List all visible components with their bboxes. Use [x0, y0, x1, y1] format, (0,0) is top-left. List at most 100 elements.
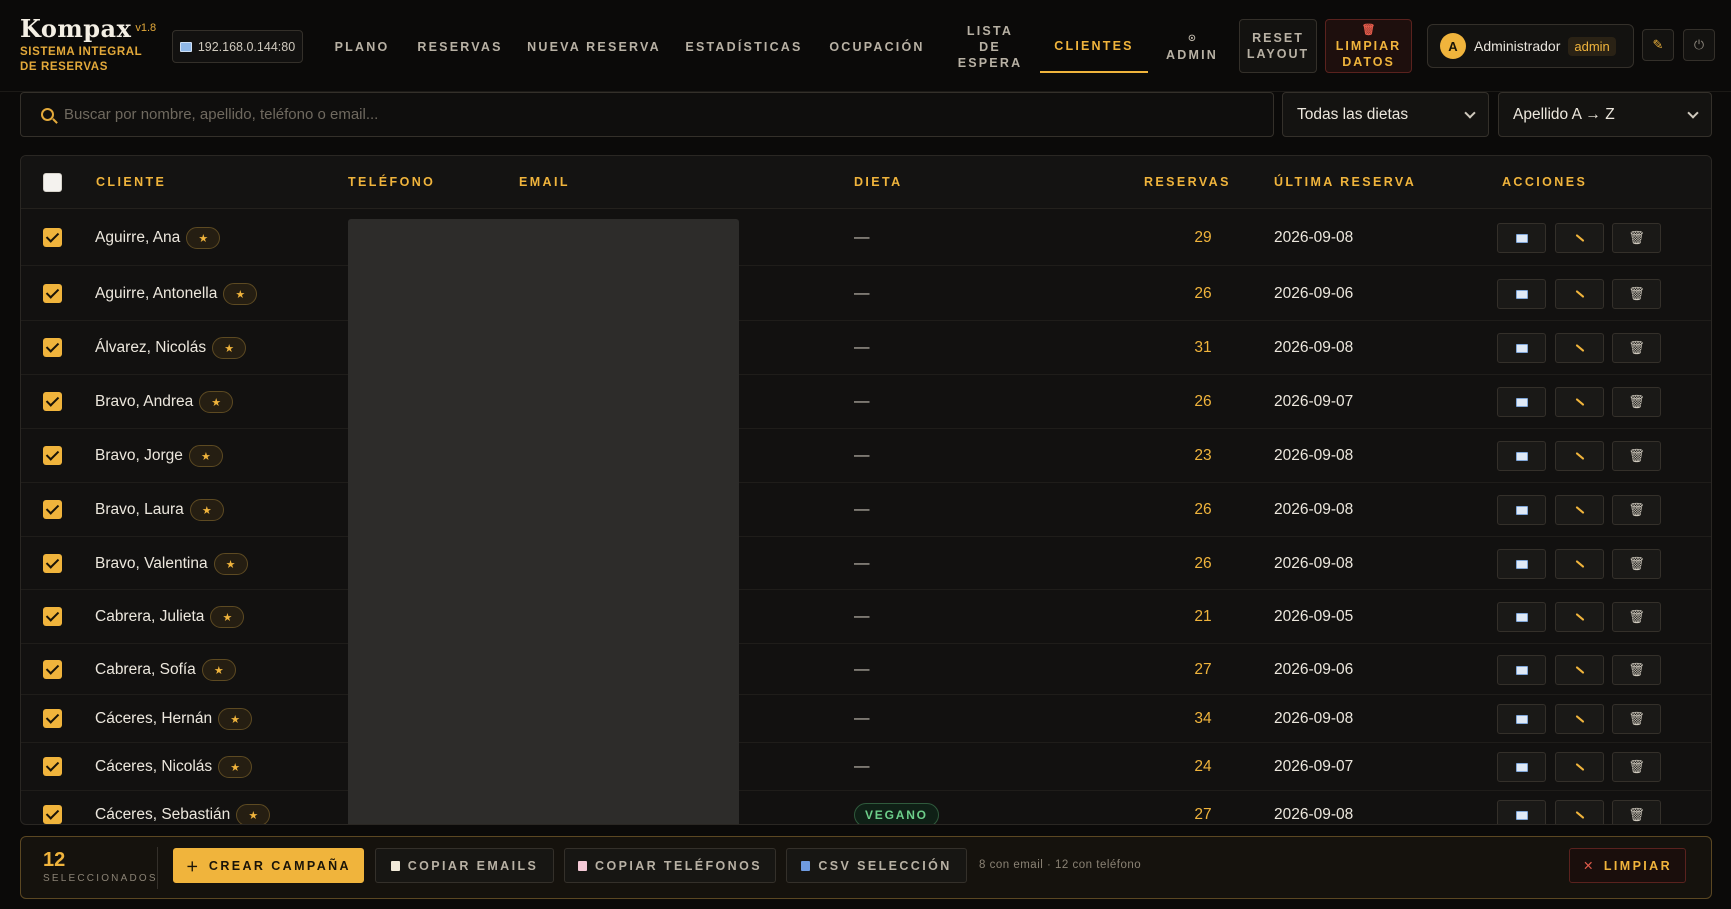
edit-client-button[interactable]: [1555, 800, 1604, 824]
edit-client-button[interactable]: [1555, 655, 1604, 685]
host-ip-chip[interactable]: 192.168.0.144:80: [172, 30, 303, 63]
edit-client-button[interactable]: [1555, 279, 1604, 309]
table-row[interactable]: Cabrera, Sofía ★ — 27 2026-09-06 🗑: [21, 644, 1711, 695]
client-name-cell[interactable]: Cabrera, Julieta ★: [95, 606, 245, 628]
row-checkbox[interactable]: [43, 338, 62, 357]
nav-nueva-reserva[interactable]: NUEVA RESERVA: [526, 20, 662, 74]
table-row[interactable]: Aguirre, Antonella ★ — 26 2026-09-06 🗑: [21, 266, 1711, 321]
user-menu[interactable]: A Administrador admin: [1427, 24, 1634, 68]
header-reservas[interactable]: RESERVAS: [1144, 175, 1231, 189]
client-name-cell[interactable]: Bravo, Laura ★: [95, 499, 224, 521]
nav-admin[interactable]: ⊙ ADMIN: [1158, 20, 1226, 74]
table-row[interactable]: Cabrera, Julieta ★ — 21 2026-09-05 🗑: [21, 590, 1711, 644]
nav-lista-de-espera[interactable]: LISTA DE ESPERA: [944, 20, 1036, 74]
table-row[interactable]: Bravo, Valentina ★ — 26 2026-09-08 🗑: [21, 537, 1711, 590]
sort-select[interactable]: Apellido A → Z: [1498, 92, 1712, 137]
client-name-cell[interactable]: Cabrera, Sofía ★: [95, 659, 236, 681]
client-name-cell[interactable]: Cáceres, Hernán ★: [95, 708, 253, 730]
edit-mode-button[interactable]: ✎: [1642, 29, 1674, 61]
email-client-button[interactable]: [1497, 223, 1546, 253]
delete-client-button[interactable]: 🗑: [1612, 279, 1661, 309]
limpiar-seleccion-button[interactable]: ✕ LIMPIAR: [1569, 848, 1686, 883]
email-client-button[interactable]: [1497, 800, 1546, 824]
crear-campana-button[interactable]: ＋ CREAR CAMPAÑA: [173, 848, 364, 883]
header-dieta[interactable]: DIETA: [854, 175, 903, 189]
row-checkbox[interactable]: [43, 446, 62, 465]
delete-client-button[interactable]: 🗑: [1612, 704, 1661, 734]
delete-client-button[interactable]: 🗑: [1612, 549, 1661, 579]
client-name-cell[interactable]: Cáceres, Sebastián ★: [95, 804, 271, 824]
delete-client-button[interactable]: 🗑: [1612, 223, 1661, 253]
client-name-cell[interactable]: Aguirre, Ana ★: [95, 227, 221, 249]
edit-client-button[interactable]: [1555, 549, 1604, 579]
delete-client-button[interactable]: 🗑: [1612, 387, 1661, 417]
email-client-button[interactable]: [1497, 602, 1546, 632]
header-cliente[interactable]: CLIENTE: [96, 175, 166, 189]
table-row[interactable]: Álvarez, Nicolás ★ — 31 2026-09-08 🗑: [21, 321, 1711, 375]
edit-client-button[interactable]: [1555, 704, 1604, 734]
email-client-button[interactable]: [1497, 387, 1546, 417]
edit-client-button[interactable]: [1555, 441, 1604, 471]
row-checkbox[interactable]: [43, 709, 62, 728]
client-name-cell[interactable]: Álvarez, Nicolás ★: [95, 337, 247, 359]
row-checkbox[interactable]: [43, 392, 62, 411]
client-name-cell[interactable]: Bravo, Valentina ★: [95, 553, 248, 575]
client-name-cell[interactable]: Bravo, Jorge ★: [95, 445, 223, 467]
header-email[interactable]: EMAIL: [519, 175, 570, 189]
edit-client-button[interactable]: [1555, 495, 1604, 525]
header-telefono[interactable]: TELÉFONO: [348, 175, 435, 189]
email-client-button[interactable]: [1497, 752, 1546, 782]
nav-ocupacion[interactable]: OCUPACIÓN: [824, 20, 930, 74]
email-client-button[interactable]: [1497, 495, 1546, 525]
email-client-button[interactable]: [1497, 333, 1546, 363]
email-client-button[interactable]: [1497, 704, 1546, 734]
delete-client-button[interactable]: 🗑: [1612, 752, 1661, 782]
row-checkbox[interactable]: [43, 660, 62, 679]
edit-client-button[interactable]: [1555, 602, 1604, 632]
email-client-button[interactable]: [1497, 279, 1546, 309]
delete-client-button[interactable]: 🗑: [1612, 602, 1661, 632]
email-client-button[interactable]: [1497, 655, 1546, 685]
nav-clientes[interactable]: CLIENTES: [1040, 20, 1148, 73]
email-client-button[interactable]: [1497, 441, 1546, 471]
reset-layout-button[interactable]: RESET LAYOUT: [1239, 19, 1317, 73]
table-row[interactable]: Bravo, Laura ★ — 26 2026-09-08 🗑: [21, 483, 1711, 537]
nav-estadisticas[interactable]: ESTADÍSTICAS: [682, 20, 806, 74]
diet-filter-select[interactable]: Todas las dietas: [1282, 92, 1489, 137]
client-name-cell[interactable]: Cáceres, Nicolás ★: [95, 756, 253, 778]
delete-client-button[interactable]: 🗑: [1612, 495, 1661, 525]
row-checkbox[interactable]: [43, 500, 62, 519]
client-name-cell[interactable]: Bravo, Andrea ★: [95, 391, 234, 413]
search-input[interactable]: [64, 106, 1273, 123]
edit-client-button[interactable]: [1555, 333, 1604, 363]
header-ultima-reserva[interactable]: ÚLTIMA RESERVA: [1274, 175, 1416, 189]
logout-button[interactable]: ⏻: [1683, 29, 1715, 61]
edit-client-button[interactable]: [1555, 223, 1604, 253]
delete-client-button[interactable]: 🗑: [1612, 441, 1661, 471]
edit-client-button[interactable]: [1555, 752, 1604, 782]
table-row[interactable]: Cáceres, Nicolás ★ — 24 2026-09-07 🗑: [21, 743, 1711, 791]
table-row[interactable]: Cáceres, Sebastián ★ VEGANO 27 2026-09-08 🗑: [21, 791, 1711, 824]
limpiar-datos-button[interactable]: 🗑 LIMPIAR DATOS: [1325, 19, 1412, 73]
row-checkbox[interactable]: [43, 805, 62, 824]
row-checkbox[interactable]: [43, 284, 62, 303]
client-name-cell[interactable]: Aguirre, Antonella ★: [95, 283, 258, 305]
nav-plano[interactable]: PLANO: [322, 20, 402, 74]
row-checkbox[interactable]: [43, 228, 62, 247]
nav-reservas[interactable]: RESERVAS: [412, 20, 508, 74]
table-row[interactable]: Bravo, Jorge ★ — 23 2026-09-08 🗑: [21, 429, 1711, 483]
csv-seleccion-button[interactable]: CSV SELECCIÓN: [786, 848, 967, 883]
table-row[interactable]: Aguirre, Ana ★ — 29 2026-09-08 🗑: [21, 209, 1711, 266]
copiar-emails-button[interactable]: COPIAR EMAILS: [375, 848, 554, 883]
row-checkbox[interactable]: [43, 554, 62, 573]
delete-client-button[interactable]: 🗑: [1612, 655, 1661, 685]
delete-client-button[interactable]: 🗑: [1612, 333, 1661, 363]
row-checkbox[interactable]: [43, 757, 62, 776]
table-row[interactable]: Bravo, Andrea ★ — 26 2026-09-07 🗑: [21, 375, 1711, 429]
delete-client-button[interactable]: 🗑: [1612, 800, 1661, 824]
select-all-checkbox[interactable]: [43, 173, 62, 192]
row-checkbox[interactable]: [43, 607, 62, 626]
edit-client-button[interactable]: [1555, 387, 1604, 417]
copiar-telefonos-button[interactable]: COPIAR TELÉFONOS: [564, 848, 776, 883]
email-client-button[interactable]: [1497, 549, 1546, 579]
